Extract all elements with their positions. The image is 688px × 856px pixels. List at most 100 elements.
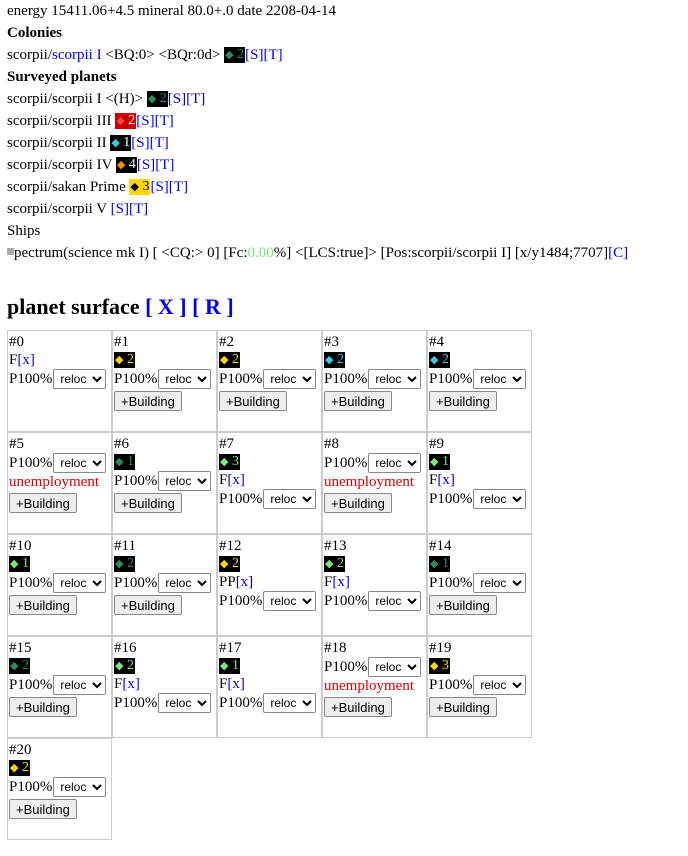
badge-count: 2 (123, 352, 134, 367)
resource-badge: ◆ 1 (429, 454, 450, 470)
refresh-surface-link[interactable]: [ R ] (192, 294, 234, 319)
cell-badge-row: ◆ 2 (324, 555, 426, 573)
resource-badge: ◆ 2 (429, 352, 450, 368)
target-link[interactable]: [T] (155, 113, 174, 129)
remove-facility-link[interactable]: [x] (227, 472, 245, 488)
reloc-select[interactable]: reloc (368, 591, 422, 611)
add-building-button[interactable]: +Building (114, 493, 182, 513)
add-building-button[interactable]: +Building (114, 391, 182, 411)
badge-count: 3 (228, 454, 239, 469)
add-building-button[interactable]: +Building (324, 493, 392, 513)
reloc-select[interactable]: reloc (473, 573, 527, 593)
add-building-button[interactable]: +Building (9, 799, 77, 819)
survey-link[interactable]: [S] (137, 157, 155, 173)
ship-desc-post: %] <[LCS:true]> [Pos:scorpii/scorpii I] … (273, 245, 609, 261)
population-label: P100% (114, 473, 158, 489)
cell-pop-row: P100% reloc (219, 693, 321, 713)
survey-link[interactable]: [S] (150, 179, 168, 195)
remove-facility-link[interactable]: [x] (17, 352, 35, 368)
badge-count: 1 (438, 454, 449, 469)
cell-pop-row: P100% reloc (9, 369, 111, 389)
diamond-icon: ◆ (225, 49, 234, 61)
ship-c-link[interactable]: [C] (608, 245, 628, 261)
survey-link[interactable]: [S] (136, 113, 154, 129)
reloc-select[interactable]: reloc (368, 657, 422, 677)
badge-count: 1 (123, 454, 134, 469)
reloc-select[interactable]: reloc (368, 369, 422, 389)
target-link[interactable]: [T] (186, 91, 205, 107)
reloc-select[interactable]: reloc (53, 369, 107, 389)
diamond-icon: ◆ (111, 137, 120, 149)
reloc-select[interactable]: reloc (53, 675, 107, 695)
cell-pop-row: P100% reloc (429, 369, 531, 389)
add-building-button[interactable]: +Building (324, 697, 392, 717)
surface-cell: #14 ◆ 1 P100% reloc +Building (427, 534, 532, 636)
cell-build-row: +Building (114, 491, 216, 513)
add-building-button[interactable]: +Building (429, 391, 497, 411)
reloc-select[interactable]: reloc (473, 369, 527, 389)
add-building-button[interactable]: +Building (429, 697, 497, 717)
planet-name: scorpii/scorpii IV (7, 157, 116, 173)
badge-count: 1 (228, 658, 239, 673)
survey-link[interactable]: [S] (111, 201, 129, 217)
add-building-button[interactable]: +Building (429, 595, 497, 615)
surface-title: planet surface (7, 294, 146, 319)
add-building-button[interactable]: +Building (114, 595, 182, 615)
resource-badge: ◆ 1 (110, 135, 132, 151)
reloc-select[interactable]: reloc (53, 453, 107, 473)
remove-facility-link[interactable]: [x] (122, 676, 140, 692)
population-label: P100% (324, 371, 368, 387)
target-link[interactable]: [T] (150, 135, 169, 151)
cell-id: #20 (9, 742, 32, 758)
cell-id: #8 (324, 436, 339, 452)
cell-build-row: +Building (324, 491, 426, 513)
add-building-button[interactable]: +Building (9, 595, 77, 615)
reloc-select[interactable]: reloc (158, 471, 212, 491)
reloc-select[interactable]: reloc (158, 369, 212, 389)
add-building-button[interactable]: +Building (9, 493, 77, 513)
add-building-button[interactable]: +Building (9, 697, 77, 717)
reloc-select[interactable]: reloc (53, 777, 107, 797)
remove-facility-link[interactable]: [x] (227, 676, 245, 692)
target-link[interactable]: [T] (169, 179, 188, 195)
remove-facility-link[interactable]: [x] (236, 574, 254, 590)
close-surface-link[interactable]: [ X ] (145, 294, 187, 319)
reloc-select[interactable]: reloc (263, 591, 317, 611)
cell-id: #12 (219, 538, 242, 554)
reloc-select[interactable]: reloc (158, 693, 212, 713)
resource-badge: ◆ 1 (9, 556, 30, 572)
badge-count: 2 (123, 658, 134, 673)
remove-facility-link[interactable]: [x] (437, 472, 455, 488)
cell-pop-row: P100% reloc (114, 369, 216, 389)
population-label: P100% (9, 455, 53, 471)
survey-link[interactable]: [S] (168, 91, 186, 107)
unemployment-label: unemployment (9, 474, 99, 490)
colony-link[interactable]: scorpii I (52, 47, 102, 63)
reloc-select[interactable]: reloc (53, 573, 107, 593)
add-building-button[interactable]: +Building (219, 391, 287, 411)
reloc-select[interactable]: reloc (158, 573, 212, 593)
target-link[interactable]: [T] (129, 201, 148, 217)
target-link[interactable]: [T] (155, 157, 174, 173)
target-link[interactable]: [T] (263, 47, 282, 63)
add-building-button[interactable]: +Building (324, 391, 392, 411)
reloc-select[interactable]: reloc (473, 675, 527, 695)
resource-badge: ◆ 2 (219, 352, 240, 368)
cell-badge-row: ◆ 2 (9, 657, 111, 675)
surface-cell: #18 P100% reloc unemployment +Building (322, 636, 427, 738)
survey-link[interactable]: [S] (245, 47, 263, 63)
reloc-select[interactable]: reloc (263, 369, 317, 389)
surface-cell: #0 F[x] P100% reloc (7, 330, 112, 432)
cell-id: #17 (219, 640, 242, 656)
population-label: P100% (219, 371, 263, 387)
ship-fc-value: 0.00 (247, 245, 274, 261)
survey-link[interactable]: [S] (131, 135, 149, 151)
remove-facility-link[interactable]: [x] (332, 574, 350, 590)
reloc-select[interactable]: reloc (368, 453, 422, 473)
reloc-select[interactable]: reloc (263, 693, 317, 713)
badge-count: 1 (119, 135, 131, 150)
reloc-select[interactable]: reloc (263, 489, 317, 509)
cell-build-row: +Building (9, 491, 111, 513)
cell-facility-row: F[x] (324, 573, 426, 591)
reloc-select[interactable]: reloc (473, 489, 527, 509)
